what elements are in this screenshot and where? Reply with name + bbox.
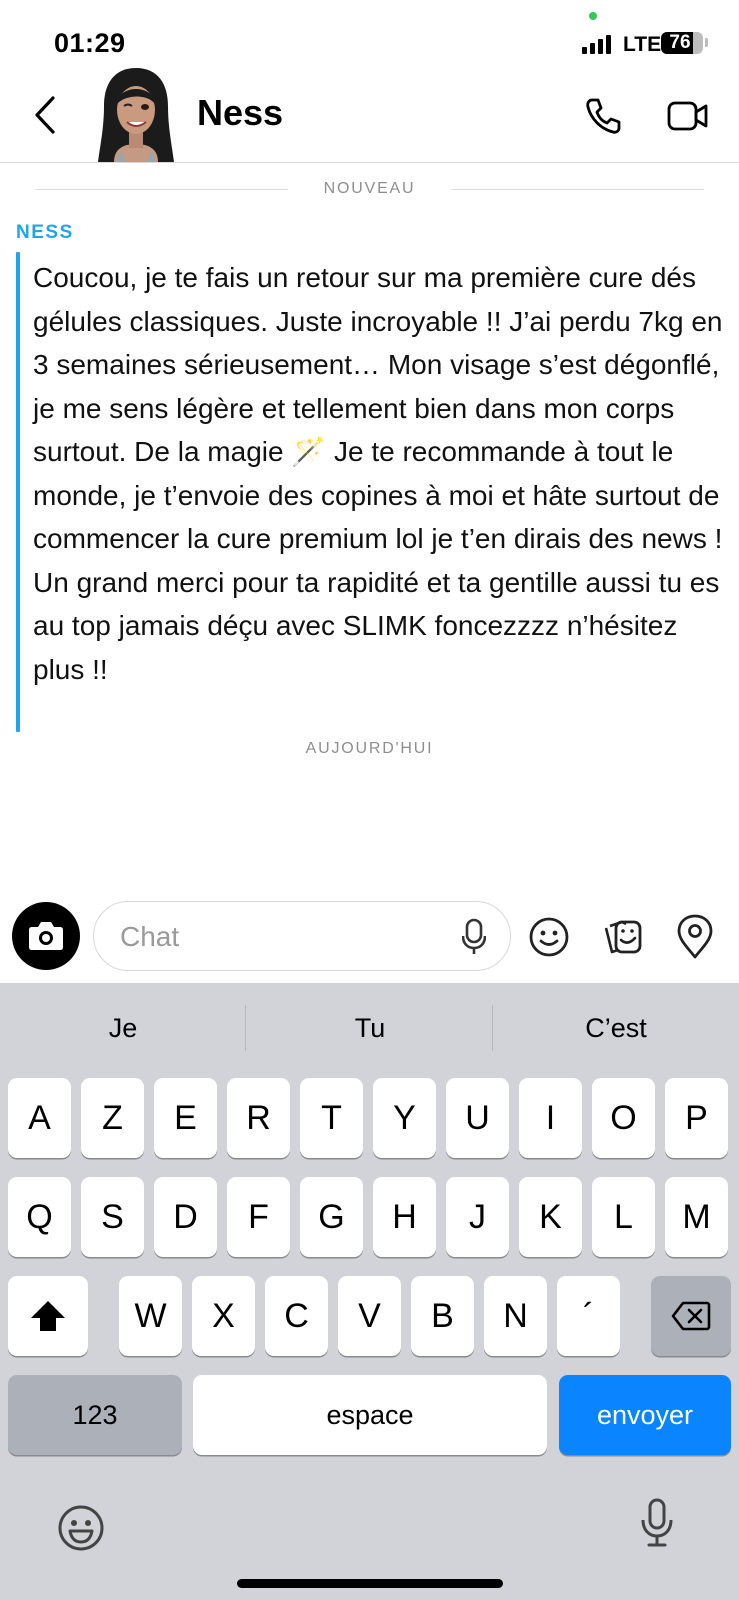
- back-button[interactable]: [28, 95, 64, 135]
- key[interactable]: K: [519, 1177, 582, 1257]
- divider-line: [451, 188, 705, 190]
- location-button[interactable]: [676, 914, 714, 960]
- divider-line: [35, 188, 288, 190]
- sticker-button[interactable]: [602, 916, 644, 958]
- battery-cap: [705, 38, 708, 47]
- accent-key[interactable]: ´: [557, 1276, 620, 1356]
- key[interactable]: O: [592, 1078, 655, 1158]
- key[interactable]: A: [8, 1078, 71, 1158]
- message-timestamp: AUJOURD'HUI: [305, 740, 434, 757]
- key[interactable]: Z: [81, 1078, 144, 1158]
- key[interactable]: S: [81, 1177, 144, 1257]
- key[interactable]: Q: [8, 1177, 71, 1257]
- key[interactable]: X: [192, 1276, 255, 1356]
- new-messages-label: NOUVEAU: [323, 180, 416, 197]
- suggestion-separator: [245, 1005, 246, 1051]
- phone-icon: [586, 98, 621, 134]
- key[interactable]: U: [446, 1078, 509, 1158]
- key[interactable]: T: [300, 1078, 363, 1158]
- key[interactable]: P: [665, 1078, 728, 1158]
- suggestion-3[interactable]: C’est: [493, 1013, 739, 1044]
- emoji-icon: [529, 917, 569, 957]
- camera-button[interactable]: [12, 902, 80, 970]
- network-type: LTE: [623, 33, 662, 56]
- key[interactable]: H: [373, 1177, 436, 1257]
- chat-input[interactable]: Chat: [93, 901, 511, 971]
- numbers-key[interactable]: 123: [8, 1375, 182, 1455]
- battery-level: 76: [669, 32, 691, 53]
- key[interactable]: M: [665, 1177, 728, 1257]
- keyboard: Je Tu C’est A Z E R T Y U I O P Q S D F …: [0, 983, 739, 1600]
- backspace-icon: [671, 1301, 711, 1331]
- camera-icon: [29, 922, 63, 950]
- sticker-icon: [604, 920, 642, 954]
- contact-avatar[interactable]: [96, 66, 176, 162]
- shift-key[interactable]: [8, 1276, 88, 1356]
- shift-arrow-icon: [31, 1301, 65, 1331]
- suggestion-1[interactable]: Je: [0, 1013, 246, 1044]
- space-key[interactable]: espace: [193, 1375, 547, 1455]
- header-divider: [0, 162, 739, 163]
- emoji-button[interactable]: [528, 916, 570, 958]
- status-time: 01:29: [54, 28, 126, 58]
- key[interactable]: W: [119, 1276, 182, 1356]
- message-accent-bar: [16, 252, 20, 732]
- key[interactable]: R: [227, 1078, 290, 1158]
- video-call-button[interactable]: [667, 97, 709, 135]
- chat-placeholder: Chat: [120, 921, 180, 952]
- bitmoji-avatar: [98, 68, 174, 162]
- key[interactable]: E: [154, 1078, 217, 1158]
- location-pin-icon: [677, 914, 713, 959]
- key[interactable]: N: [484, 1276, 547, 1356]
- key[interactable]: B: [411, 1276, 474, 1356]
- key[interactable]: F: [227, 1177, 290, 1257]
- microphone-icon[interactable]: [462, 918, 486, 956]
- back-chevron-icon: [35, 96, 55, 134]
- key[interactable]: G: [300, 1177, 363, 1257]
- key[interactable]: L: [592, 1177, 655, 1257]
- key[interactable]: V: [338, 1276, 401, 1356]
- battery-icon: 76: [661, 32, 703, 54]
- new-messages-divider: NOUVEAU: [35, 180, 705, 198]
- key[interactable]: D: [154, 1177, 217, 1257]
- send-key[interactable]: envoyer: [559, 1375, 731, 1455]
- contact-name[interactable]: Ness: [197, 92, 283, 134]
- signal-strength-icon: [582, 34, 611, 54]
- key[interactable]: Y: [373, 1078, 436, 1158]
- key[interactable]: J: [446, 1177, 509, 1257]
- message-sender: NESS: [16, 222, 74, 243]
- keyboard-emoji-icon[interactable]: [56, 1503, 106, 1553]
- home-indicator[interactable]: [237, 1579, 503, 1588]
- message-text[interactable]: Coucou, je te fais un retour sur ma prem…: [33, 256, 723, 691]
- key[interactable]: C: [265, 1276, 328, 1356]
- suggestion-2[interactable]: Tu: [247, 1013, 493, 1044]
- dictation-microphone-icon[interactable]: [640, 1498, 674, 1550]
- delete-key[interactable]: [651, 1276, 731, 1356]
- privacy-indicator-dot: [589, 12, 597, 20]
- voice-call-button[interactable]: [583, 96, 623, 136]
- video-camera-icon: [667, 101, 708, 131]
- key[interactable]: I: [519, 1078, 582, 1158]
